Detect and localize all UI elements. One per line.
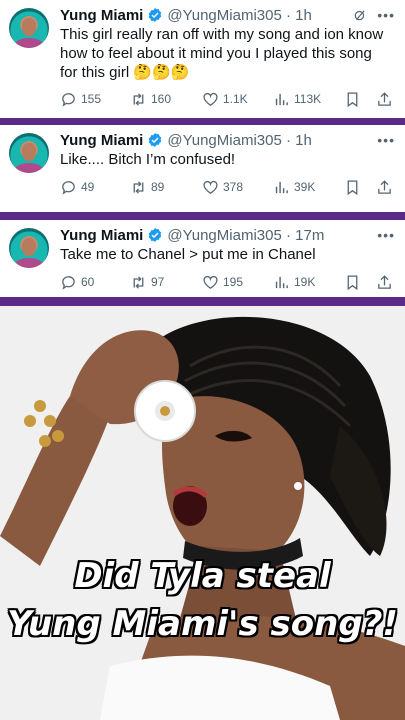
views-count: 39K	[294, 180, 316, 194]
views-button[interactable]: 39K	[273, 179, 315, 196]
tweet-header: Yung Miami @YungMiami305 · 1h	[60, 130, 393, 150]
tweet-2[interactable]: Yung Miami @YungMiami305 · 1h ••• Like..…	[0, 125, 405, 212]
views-icon	[275, 93, 288, 105]
tweet-text: Take me to Chanel > put me in Chanel	[60, 246, 316, 263]
verified-badge-icon	[149, 228, 162, 242]
retweet-icon	[133, 180, 144, 194]
retweet-button[interactable]: 97	[130, 274, 164, 291]
reply-button[interactable]: 155	[60, 91, 101, 108]
views-button[interactable]: 19K	[273, 274, 315, 291]
views-icon	[275, 181, 288, 193]
views-count: 19K	[294, 275, 316, 289]
avatar[interactable]	[9, 228, 49, 268]
bookmark-button[interactable]	[344, 274, 365, 291]
author-handle[interactable]: @YungMiami305 · 1h	[167, 7, 311, 24]
author-name[interactable]: Yung Miami	[60, 7, 143, 24]
like-count: 195	[223, 275, 244, 289]
heart-icon	[203, 180, 218, 194]
share-icon	[378, 274, 391, 289]
views-button[interactable]: 113K	[273, 91, 321, 108]
tyla-photo-illustration	[0, 306, 405, 720]
tweet-header: Yung Miami @YungMiami305 · 17m	[60, 225, 393, 245]
retweet-button[interactable]: 89	[130, 179, 164, 196]
like-button[interactable]: 195	[202, 274, 243, 291]
tweet-menu: •••	[353, 7, 395, 23]
tweet-3[interactable]: Yung Miami @YungMiami305 · 17m ••• Take …	[0, 220, 405, 297]
share-icon	[378, 91, 391, 106]
author-name[interactable]: Yung Miami	[60, 132, 143, 149]
grok-icon[interactable]	[353, 8, 367, 22]
heart-icon	[203, 92, 218, 106]
reply-icon	[62, 275, 75, 290]
like-count: 378	[223, 180, 244, 194]
more-options-icon[interactable]: •••	[377, 132, 395, 148]
verified-badge-icon	[149, 133, 162, 147]
tweet-text: This girl really ran off with my song an…	[60, 26, 384, 81]
reply-button[interactable]: 49	[60, 179, 94, 196]
tweet-1[interactable]: Yung Miami @YungMiami305 · 1h ••• This g…	[0, 0, 405, 118]
tyla-photo	[0, 306, 405, 720]
like-button[interactable]: 378	[202, 179, 243, 196]
tweet-text: Like.... Bitch I’m confused!	[60, 151, 236, 168]
retweet-icon	[133, 275, 144, 289]
more-options-icon[interactable]: •••	[377, 7, 395, 23]
divider	[0, 297, 405, 306]
reply-icon	[62, 180, 75, 195]
caption-line-2: Yung Miami's song?!	[7, 604, 398, 644]
bookmark-button[interactable]	[344, 91, 365, 108]
share-button[interactable]	[376, 91, 397, 108]
reply-count: 60	[81, 275, 95, 289]
tweet-actions: 49 89 378 39K	[56, 177, 395, 197]
caption-line-1: Did Tyla steal	[74, 556, 331, 596]
retweet-icon	[133, 92, 144, 106]
retweet-count: 160	[151, 92, 172, 106]
divider	[0, 212, 405, 220]
bookmark-button[interactable]	[344, 179, 365, 196]
like-count: 1.1K	[223, 92, 248, 106]
bookmark-icon	[347, 179, 358, 195]
author-handle[interactable]: @YungMiami305 · 17m	[167, 227, 324, 244]
tweet-menu: •••	[377, 227, 395, 243]
retweet-count: 97	[151, 275, 165, 289]
share-button[interactable]	[376, 274, 397, 291]
author-handle[interactable]: @YungMiami305 · 1h	[167, 132, 311, 149]
share-button[interactable]	[376, 179, 397, 196]
verified-badge-icon	[149, 8, 162, 22]
more-options-icon[interactable]: •••	[377, 227, 395, 243]
reply-icon	[62, 92, 75, 107]
reply-count: 49	[81, 180, 95, 194]
bookmark-icon	[347, 91, 358, 107]
share-icon	[378, 179, 391, 194]
divider	[0, 118, 405, 125]
like-button[interactable]: 1.1K	[202, 91, 248, 108]
retweet-button[interactable]: 160	[130, 91, 171, 108]
tweet-menu: •••	[377, 132, 395, 148]
retweet-count: 89	[151, 180, 165, 194]
tweet-actions: 155 160 1.1K 113K	[56, 89, 395, 109]
avatar[interactable]	[9, 133, 49, 173]
author-name[interactable]: Yung Miami	[60, 227, 143, 244]
reply-button[interactable]: 60	[60, 274, 94, 291]
heart-icon	[203, 275, 218, 289]
bookmark-icon	[347, 274, 358, 290]
avatar[interactable]	[9, 8, 49, 48]
tweet-actions: 60 97 195 19K	[56, 272, 395, 292]
reply-count: 155	[81, 92, 102, 106]
views-icon	[275, 276, 288, 288]
tweet-header: Yung Miami @YungMiami305 · 1h	[60, 5, 393, 25]
views-count: 113K	[294, 92, 322, 106]
